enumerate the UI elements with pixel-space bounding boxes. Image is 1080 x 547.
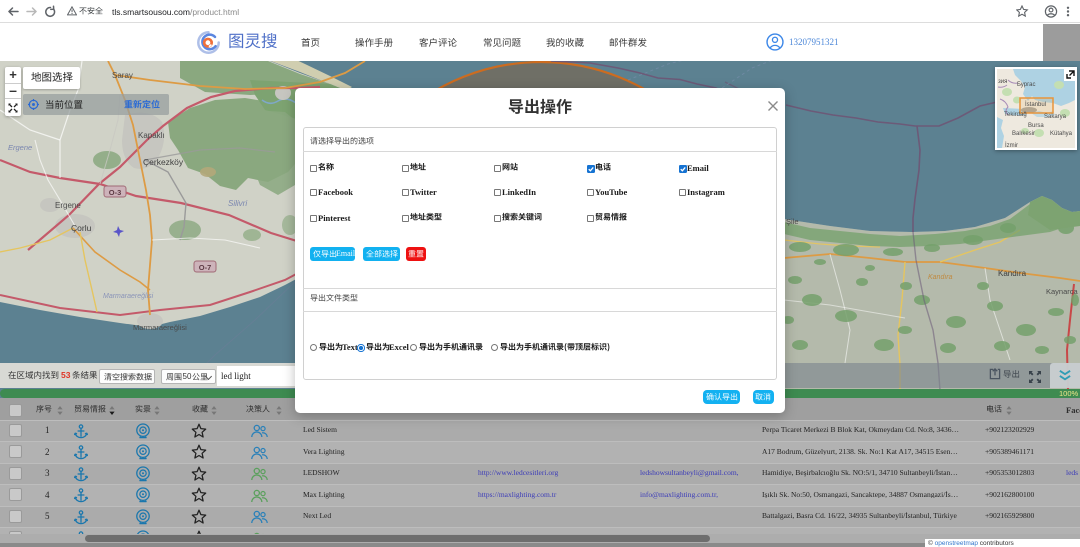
svg-text:Şile: Şile — [786, 217, 799, 226]
svg-text:Ergene: Ergene — [55, 201, 81, 210]
svg-text:Kandıra: Kandıra — [928, 274, 953, 281]
svg-text:Silivri: Silivri — [228, 199, 247, 208]
svg-text:Saray: Saray — [112, 71, 133, 80]
svg-text:зия: зия — [998, 79, 1007, 85]
svg-text:Tekirdağ: Tekirdağ — [1004, 112, 1027, 118]
svg-text:Sakarya: Sakarya — [1044, 114, 1067, 120]
svg-text:Kaynarca: Kaynarca — [1046, 287, 1079, 296]
svg-text:Kapaklı: Kapaklı — [138, 131, 165, 140]
svg-text:Kütahya: Kütahya — [1050, 131, 1073, 137]
svg-text:Çorlu: Çorlu — [71, 223, 92, 233]
svg-text:Çerkezköy: Çerkezköy — [143, 157, 184, 167]
svg-text:Balıkesir: Balıkesir — [1012, 131, 1035, 137]
svg-text:O-7: O-7 — [199, 263, 212, 272]
svg-text:İstanbul: İstanbul — [1025, 101, 1046, 108]
svg-text:Ergene: Ergene — [8, 143, 32, 152]
svg-text:Marmaraereğlisi: Marmaraereğlisi — [103, 293, 154, 300]
svg-text:Kandıra: Kandıra — [998, 269, 1027, 278]
svg-text:İzmir: İzmir — [1005, 142, 1018, 149]
svg-text:Bursa: Bursa — [1028, 123, 1044, 129]
svg-text:Marmaraereğlisi: Marmaraereğlisi — [133, 323, 187, 332]
svg-text:Бургас: Бургас — [1017, 82, 1035, 88]
svg-text:O-3: O-3 — [109, 188, 122, 197]
